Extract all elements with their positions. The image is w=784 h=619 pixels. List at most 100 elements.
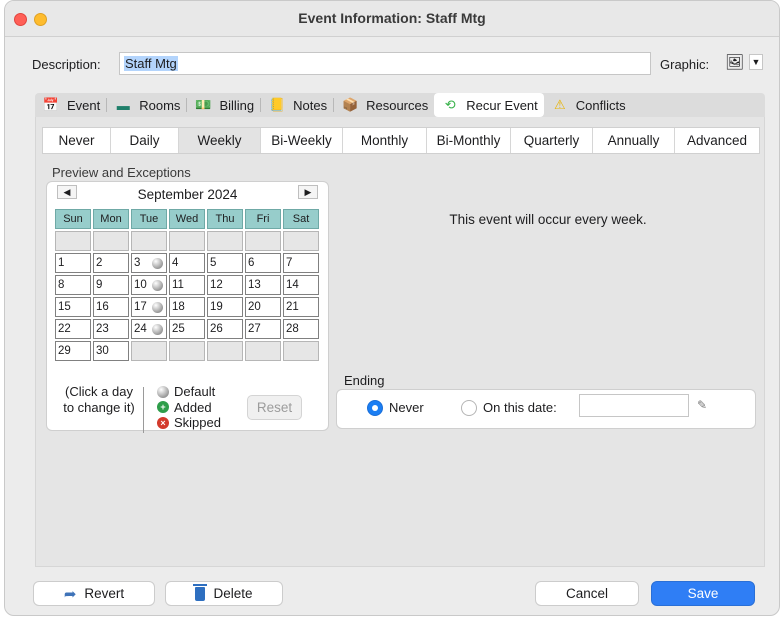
reset-button[interactable]: Reset — [247, 395, 302, 420]
ending-on-date-label: On this date: — [483, 400, 557, 415]
calendar-day-number: 2 — [96, 257, 103, 269]
calendar-day-number: 18 — [172, 301, 185, 313]
calendar-day[interactable]: 24 — [131, 319, 167, 339]
calendar-day[interactable]: 20 — [245, 297, 281, 317]
ending-options: Never On this date: ✎ — [336, 389, 756, 429]
calendar-day[interactable]: 29 — [55, 341, 91, 361]
calendar-day[interactable]: 10 — [131, 275, 167, 295]
recurrence-annually[interactable]: Annually — [593, 128, 675, 153]
added-plus-icon: + — [157, 401, 169, 414]
save-button[interactable]: Save — [651, 581, 755, 606]
calendar-empty-cell — [207, 341, 243, 361]
legend-added-label: Added — [174, 399, 212, 415]
calendar-day[interactable]: 22 — [55, 319, 91, 339]
tab-recur-event[interactable]: ⟲ Recur Event — [434, 93, 544, 117]
recurrence-bi-weekly[interactable]: Bi-Weekly — [261, 128, 343, 153]
billing-icon: 💵 — [195, 97, 212, 112]
tab-rooms[interactable]: ▬ Rooms — [107, 93, 186, 117]
resources-icon: 📦 — [342, 97, 359, 112]
calendar-day-number: 6 — [248, 257, 255, 269]
calendar-day[interactable]: 25 — [169, 319, 205, 339]
tab-billing[interactable]: 💵 Billing — [187, 93, 260, 117]
tab-event[interactable]: 📅 Event — [35, 93, 106, 117]
calendar-day[interactable]: 7 — [283, 253, 319, 273]
calendar-day[interactable]: 19 — [207, 297, 243, 317]
recurrence-quarterly[interactable]: Quarterly — [511, 128, 593, 153]
calendar-day[interactable]: 9 — [93, 275, 129, 295]
calendar-day-number: 21 — [286, 301, 299, 313]
graphic-dropdown-arrow-icon[interactable]: ▼ — [749, 54, 763, 70]
calendar-day[interactable]: 4 — [169, 253, 205, 273]
calendar-day-number: 5 — [210, 257, 217, 269]
legend-default-label: Default — [174, 384, 216, 399]
description-input[interactable]: Staff Mtg — [119, 52, 651, 75]
calendar-day[interactable]: 18 — [169, 297, 205, 317]
recurrence-bi-monthly[interactable]: Bi-Monthly — [427, 128, 511, 153]
cancel-button[interactable]: Cancel — [535, 581, 639, 606]
calendar-day[interactable]: 2 — [93, 253, 129, 273]
default-occurrence-dot-icon — [152, 258, 163, 269]
calendar-day[interactable]: 13 — [245, 275, 281, 295]
calendar-day[interactable]: 6 — [245, 253, 281, 273]
recurrence-never[interactable]: Never — [43, 128, 111, 153]
recurrence-advanced[interactable]: Advanced — [675, 128, 759, 153]
recurrence-monthly[interactable]: Monthly — [343, 128, 427, 153]
calendar-empty-cell — [245, 341, 281, 361]
ending-on-date-radio[interactable] — [461, 400, 477, 416]
recurrence-daily[interactable]: Daily — [111, 128, 179, 153]
calendar-day[interactable]: 23 — [93, 319, 129, 339]
tab-notes[interactable]: 📒 Notes — [261, 93, 333, 117]
calendar-day[interactable]: 26 — [207, 319, 243, 339]
calendar-day[interactable]: 21 — [283, 297, 319, 317]
calendar-day[interactable]: 5 — [207, 253, 243, 273]
calendar-day[interactable]: 15 — [55, 297, 91, 317]
calendar-day-number: 27 — [248, 323, 261, 335]
calendar-day[interactable]: 28 — [283, 319, 319, 339]
calendar-empty-cell — [169, 341, 205, 361]
calendar-day[interactable]: 12 — [207, 275, 243, 295]
recur-event-panel: Never Daily Weekly Bi-Weekly Monthly Bi-… — [35, 117, 765, 567]
next-month-icon[interactable]: ▶ — [298, 185, 318, 199]
tab-conflicts[interactable]: ⚠ Conflicts — [544, 93, 632, 117]
calendar-day[interactable]: 8 — [55, 275, 91, 295]
ending-label: Ending — [344, 373, 385, 388]
default-dot-icon — [157, 385, 169, 398]
calendar-empty-cell — [283, 341, 319, 361]
calendar-day[interactable]: 16 — [93, 297, 129, 317]
ending-never-radio[interactable] — [367, 400, 383, 416]
delete-button[interactable]: Delete — [165, 581, 283, 606]
end-date-input[interactable] — [579, 394, 689, 417]
weekday-header: Wed — [169, 209, 205, 229]
default-occurrence-dot-icon — [152, 302, 163, 313]
calendar-day-number: 17 — [134, 301, 147, 313]
weekday-header: Tue — [131, 209, 167, 229]
section-tab-bar: 📅 Event ▬ Rooms 💵 Billing 📒 Notes 📦 Resources… — [35, 93, 765, 117]
tab-resources[interactable]: 📦 Resources — [334, 93, 434, 117]
calendar-31-icon: 📅 — [42, 97, 60, 112]
description-label: Description: — [32, 57, 101, 72]
calendar-day[interactable]: 1 — [55, 253, 91, 273]
recurrence-weekly[interactable]: Weekly — [179, 128, 261, 153]
calendar-day-number: 7 — [286, 257, 293, 269]
calendar-day[interactable]: 3 — [131, 253, 167, 273]
calendar-hint: (Click a day to change it) — [63, 384, 135, 415]
skipped-x-icon: × — [157, 416, 169, 429]
graphic-picture-icon[interactable]: 🖼 — [725, 53, 745, 71]
legend: Default + Added × Skipped — [157, 384, 221, 431]
date-picker-icon[interactable]: ✎ — [697, 398, 707, 412]
weekday-header: Fri — [245, 209, 281, 229]
previous-month-icon[interactable]: ◀ — [57, 185, 77, 199]
calendar-day[interactable]: 11 — [169, 275, 205, 295]
calendar-day-number: 11 — [172, 279, 184, 291]
description-value: Staff Mtg — [124, 56, 178, 71]
calendar-empty-cell — [207, 231, 243, 251]
legend-skipped-label: Skipped — [174, 415, 221, 430]
calendar-empty-cell — [283, 231, 319, 251]
calendar-day[interactable]: 27 — [245, 319, 281, 339]
calendar-day-number: 10 — [134, 279, 147, 291]
calendar-day[interactable]: 30 — [93, 341, 129, 361]
calendar-day[interactable]: 14 — [283, 275, 319, 295]
calendar-day[interactable]: 17 — [131, 297, 167, 317]
revert-button[interactable]: ➦ Revert — [33, 581, 155, 606]
legend-divider — [143, 387, 144, 433]
